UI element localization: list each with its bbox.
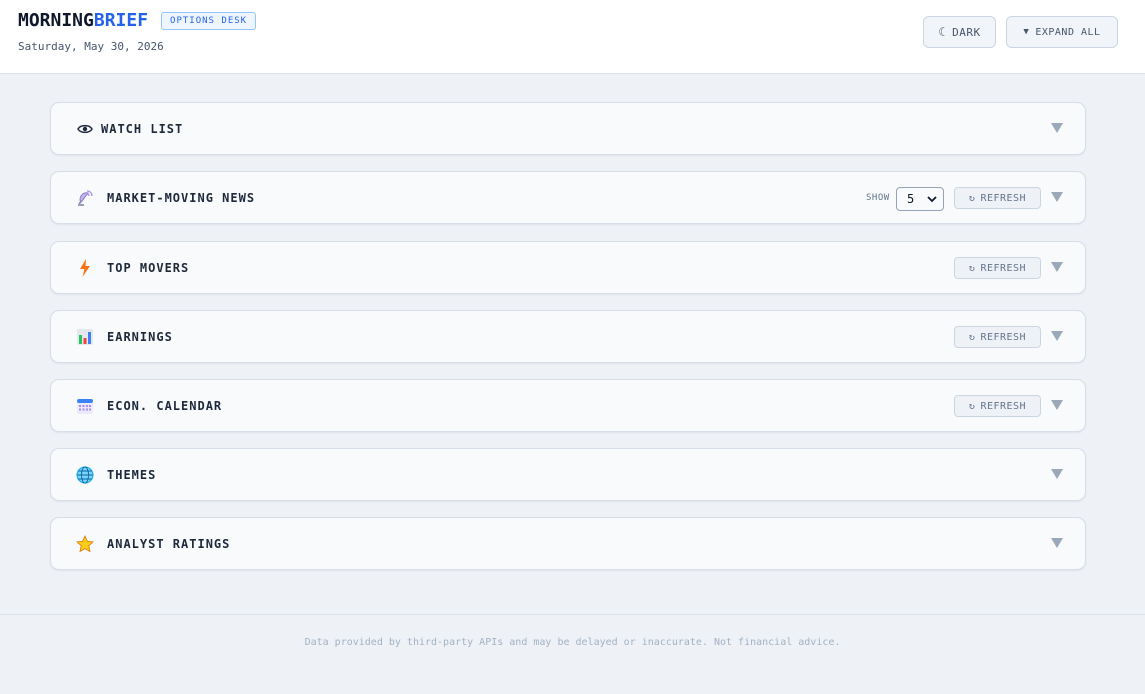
app-title: MORNINGBRIEF [18,10,148,31]
expand-all-label: EXPAND ALL [1035,26,1101,38]
refresh-icon: ↻ [968,331,976,343]
show-count-label: SHOW [866,193,890,203]
globe-icon [75,465,95,485]
options-desk-badge: OPTIONS DESK [161,11,257,30]
triangle-down-icon: ▼ [1023,27,1030,37]
refresh-news-button[interactable]: ↻ REFRESH [954,187,1041,209]
moon-icon: ☾ [938,25,947,39]
select-chevron-icon [927,196,937,203]
dark-mode-button[interactable]: ☾ DARK [923,16,996,48]
section-title-top-movers: TOP MOVERS [107,261,190,275]
app-header: MORNINGBRIEF OPTIONS DESK Saturday, May … [0,0,1145,74]
brand: MORNINGBRIEF OPTIONS DESK [18,10,257,31]
section-title-watch-list: WATCH LIST [101,122,184,136]
refresh-label: REFRESH [980,400,1027,412]
chevron-down-icon[interactable] [1051,192,1063,202]
section-top-movers[interactable]: TOP MOVERS ↻ REFRESH [50,241,1086,294]
section-themes[interactable]: THEMES [50,448,1086,501]
section-title-market-moving-news: MARKET-MOVING NEWS [107,191,256,205]
star-icon [75,534,95,554]
footer-disclaimer: Data provided by third-party APIs and ma… [304,637,841,648]
chevron-down-icon[interactable] [1051,123,1063,133]
page-footer: Data provided by third-party APIs and ma… [0,614,1145,694]
section-earnings[interactable]: EARNINGS ↻ REFRESH [50,310,1086,363]
section-title-econ-calendar: ECON. CALENDAR [107,399,223,413]
section-analyst-ratings[interactable]: ANALYST RATINGS [50,517,1086,570]
section-title-earnings: EARNINGS [107,330,173,344]
eye-icon [75,119,95,139]
chevron-down-icon[interactable] [1051,331,1063,341]
refresh-label: REFRESH [980,192,1027,204]
chevron-down-icon[interactable] [1051,538,1063,548]
section-title-themes: THEMES [107,468,157,482]
section-watch-list[interactable]: WATCH LIST [50,102,1086,155]
section-market-moving-news[interactable]: MARKET-MOVING NEWS SHOW 5 ↻ REFRESH [50,171,1086,224]
refresh-label: REFRESH [980,262,1027,274]
show-count-value: 5 [907,192,915,206]
refresh-icon: ↻ [968,192,976,204]
chevron-down-icon[interactable] [1051,400,1063,410]
satellite-dish-icon [75,188,95,208]
section-title-analyst-ratings: ANALYST RATINGS [107,537,231,551]
expand-all-button[interactable]: ▼ EXPAND ALL [1006,16,1118,48]
bar-chart-icon [75,327,95,347]
chevron-down-icon[interactable] [1051,469,1063,479]
refresh-earnings-button[interactable]: ↻ REFRESH [954,326,1041,348]
chevron-down-icon[interactable] [1051,262,1063,272]
current-date: Saturday, May 30, 2026 [18,40,164,53]
refresh-label: REFRESH [980,331,1027,343]
brand-part-morning: MORNING [18,10,94,31]
dark-mode-label: DARK [952,25,981,39]
calendar-icon [75,396,95,416]
refresh-top-movers-button[interactable]: ↻ REFRESH [954,257,1041,279]
refresh-icon: ↻ [968,400,976,412]
show-count-select[interactable]: 5 [896,187,944,211]
refresh-icon: ↻ [968,262,976,274]
lightning-icon [75,258,95,278]
refresh-calendar-button[interactable]: ↻ REFRESH [954,395,1041,417]
brand-part-brief: BRIEF [93,10,149,31]
section-econ-calendar[interactable]: ECON. CALENDAR ↻ REFRESH [50,379,1086,432]
